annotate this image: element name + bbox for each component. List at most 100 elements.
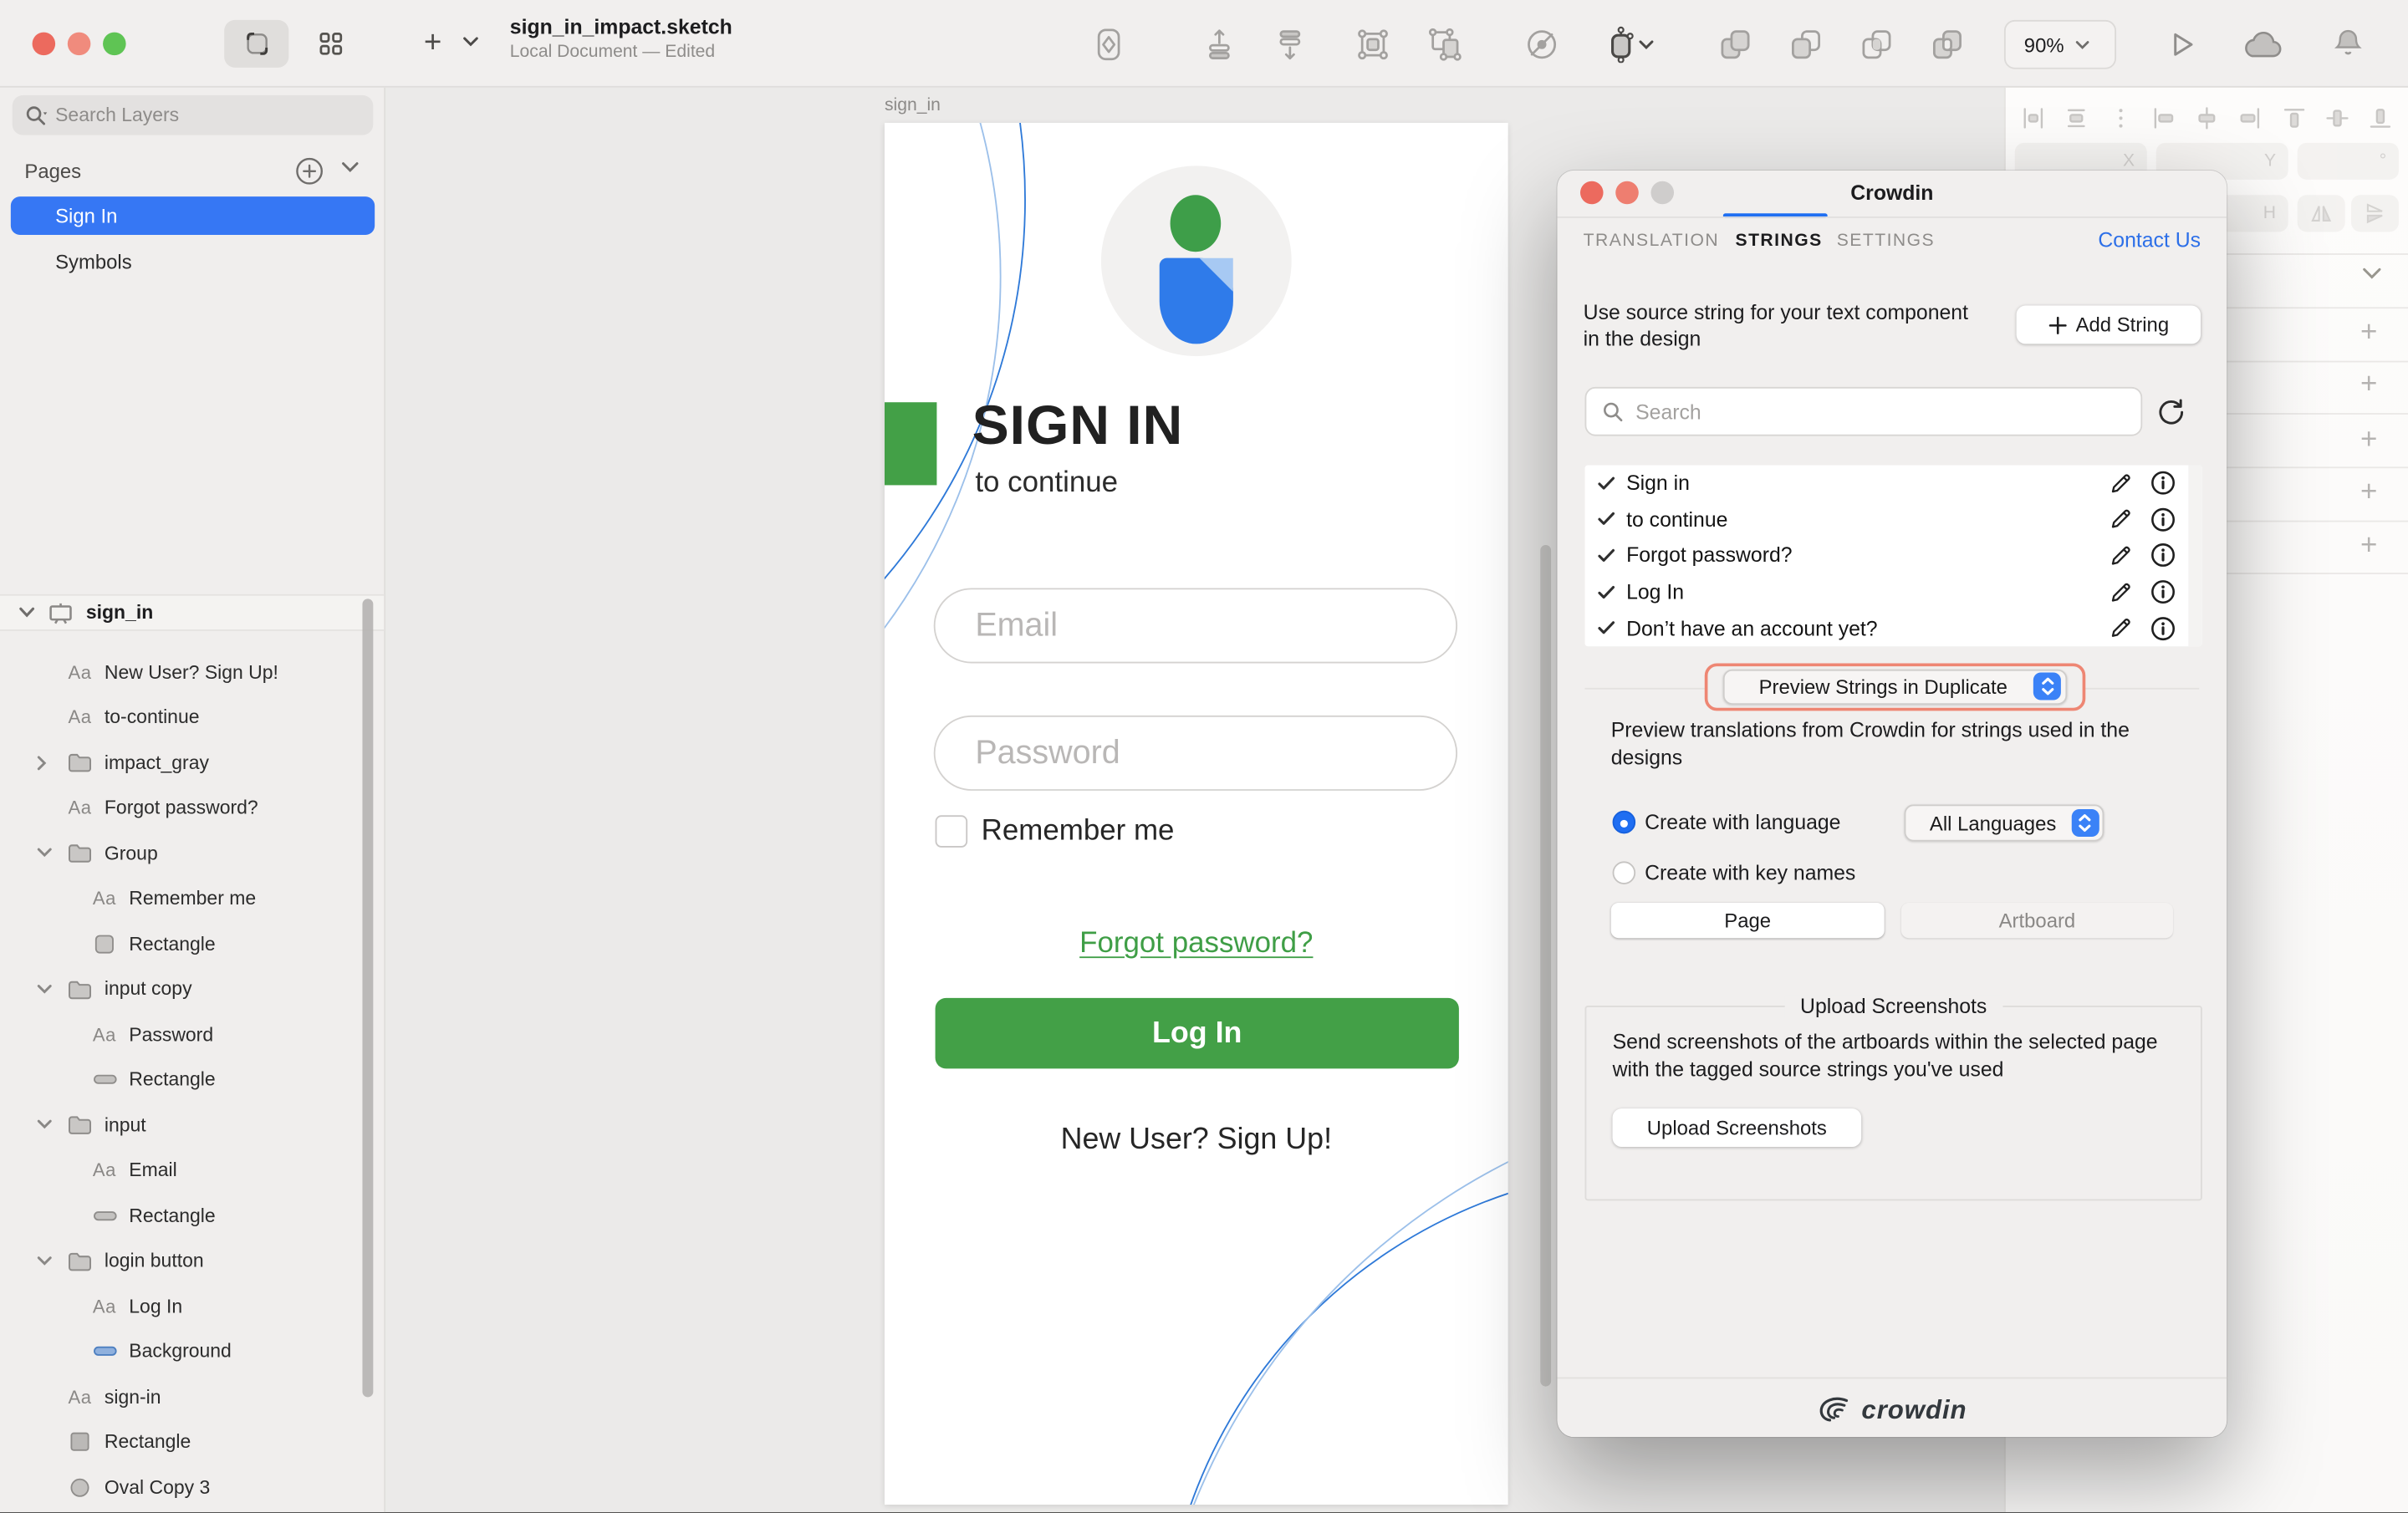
create-with-language-radio[interactable] bbox=[1613, 811, 1636, 834]
upload-screenshots-button[interactable]: Upload Screenshots bbox=[1613, 1108, 1862, 1147]
layer-row-login-button[interactable]: login button bbox=[0, 1238, 371, 1283]
align-middle-vertical-icon[interactable] bbox=[2324, 106, 2349, 130]
layer-row-forgot-password-[interactable]: AaForgot password? bbox=[0, 785, 371, 830]
boolean-intersect-icon[interactable] bbox=[1857, 24, 1897, 64]
edit-pencil-icon[interactable] bbox=[2109, 471, 2133, 497]
all-languages-dropdown[interactable]: All Languages bbox=[1905, 804, 2104, 841]
string-row[interactable]: Forgot password? bbox=[1585, 537, 2202, 573]
zoom-icon[interactable] bbox=[103, 33, 126, 56]
add-style-button[interactable]: + bbox=[2360, 316, 2377, 349]
sidebar-page-symbols[interactable]: Symbols bbox=[11, 242, 375, 281]
distribute-vertically-icon[interactable] bbox=[2064, 106, 2089, 130]
tab-strings[interactable]: STRINGS bbox=[1736, 232, 1823, 250]
layer-row-group[interactable]: Group bbox=[0, 831, 371, 876]
create-with-key-names-radio[interactable] bbox=[1613, 861, 1636, 884]
layer-row-remember-me[interactable]: AaRemember me bbox=[0, 876, 371, 921]
layer-row-oval-copy-3[interactable]: Oval Copy 3 bbox=[0, 1465, 371, 1510]
edit-pencil-icon[interactable] bbox=[2109, 507, 2133, 532]
chevron-right-icon[interactable] bbox=[37, 755, 48, 770]
align-right-icon[interactable] bbox=[2238, 106, 2263, 130]
add-style-button[interactable]: + bbox=[2360, 530, 2377, 563]
page-button[interactable]: Page bbox=[1611, 903, 1885, 938]
preview-strings-dropdown[interactable]: Preview Strings in Duplicate bbox=[1722, 669, 2066, 704]
zoom-level-dropdown[interactable]: 90% bbox=[2004, 20, 2116, 69]
layer-row-email[interactable]: AaEmail bbox=[0, 1148, 371, 1193]
layer-row-input[interactable]: input bbox=[0, 1103, 371, 1148]
toggle-canvas-view-button[interactable] bbox=[224, 20, 288, 68]
add-page-button[interactable] bbox=[295, 156, 324, 186]
string-row[interactable]: Don’t have an account yet? bbox=[1585, 610, 2202, 646]
string-row[interactable]: Sign in bbox=[1585, 466, 2202, 502]
collapse-pages-icon[interactable] bbox=[341, 161, 360, 174]
artboard-title-label[interactable]: sign_in bbox=[885, 97, 941, 115]
layer-row-rectangle[interactable]: Rectangle bbox=[0, 921, 371, 966]
chevron-down-icon[interactable] bbox=[37, 984, 52, 995]
search-layers-input[interactable]: Search Layers bbox=[13, 95, 374, 135]
strings-list-scrollbar[interactable] bbox=[2188, 466, 2202, 647]
info-icon[interactable] bbox=[2150, 507, 2176, 532]
artboard-button[interactable]: Artboard bbox=[1901, 903, 2173, 938]
layer-row-background[interactable]: Background bbox=[0, 1329, 371, 1374]
add-style-button[interactable]: + bbox=[2360, 424, 2377, 457]
refresh-strings-button[interactable] bbox=[2158, 398, 2186, 425]
email-field[interactable]: Email bbox=[934, 588, 1457, 663]
layer-row-log-in[interactable]: AaLog In bbox=[0, 1284, 371, 1329]
remember-me-checkbox[interactable] bbox=[936, 815, 968, 848]
minimize-icon[interactable] bbox=[68, 33, 91, 56]
section-collapse-chevron-icon[interactable] bbox=[2362, 267, 2382, 282]
string-row[interactable]: Log In bbox=[1585, 574, 2202, 610]
canvas-scrollbar[interactable] bbox=[1540, 545, 1551, 1387]
password-field[interactable]: Password bbox=[934, 716, 1457, 791]
info-icon[interactable] bbox=[2150, 615, 2176, 641]
contact-us-link[interactable]: Contact Us bbox=[2098, 229, 2201, 252]
artboard-layer-header[interactable]: sign_in bbox=[0, 594, 384, 631]
mask-icon[interactable] bbox=[1522, 24, 1562, 64]
insert-chevron-icon[interactable] bbox=[462, 35, 479, 48]
chevron-down-icon[interactable] bbox=[37, 848, 52, 858]
cloud-sync-button[interactable] bbox=[2242, 0, 2284, 88]
tab-settings[interactable]: SETTINGS bbox=[1837, 232, 1935, 250]
info-icon[interactable] bbox=[2150, 579, 2176, 605]
info-icon[interactable] bbox=[2150, 543, 2176, 568]
log-in-button[interactable]: Log In bbox=[936, 998, 1459, 1068]
symbol-icon[interactable] bbox=[1089, 24, 1129, 64]
more-options-icon[interactable] bbox=[2108, 106, 2132, 130]
add-style-button[interactable]: + bbox=[2360, 369, 2377, 402]
align-bottom-icon[interactable] bbox=[2368, 106, 2392, 130]
group-icon[interactable] bbox=[1353, 24, 1393, 64]
sidebar-page-sign-in[interactable]: Sign In bbox=[11, 196, 375, 235]
layer-row-rectangle[interactable]: Rectangle bbox=[0, 1419, 371, 1465]
layer-row-to-continue[interactable]: Aato-continue bbox=[0, 695, 371, 740]
align-top-icon[interactable] bbox=[2281, 106, 2305, 130]
edit-pencil-icon[interactable] bbox=[2109, 579, 2133, 605]
chevron-down-icon[interactable] bbox=[18, 607, 35, 619]
chevron-down-icon[interactable] bbox=[1637, 24, 1656, 64]
move-forward-icon[interactable] bbox=[1199, 24, 1239, 64]
layer-row-impact-gray[interactable]: impact_gray bbox=[0, 740, 371, 785]
move-backward-icon[interactable] bbox=[1270, 24, 1310, 64]
layer-row-rectangle[interactable]: Rectangle bbox=[0, 1193, 371, 1238]
dialog-search-input[interactable]: Search bbox=[1585, 387, 2143, 436]
align-left-icon[interactable] bbox=[2151, 106, 2176, 130]
insert-plus-button[interactable]: + bbox=[424, 26, 441, 61]
sign-up-link[interactable]: New User? Sign Up! bbox=[885, 1123, 1508, 1158]
chevron-down-icon[interactable] bbox=[37, 1119, 52, 1130]
forgot-password-link[interactable]: Forgot password? bbox=[885, 927, 1508, 960]
ungroup-icon[interactable] bbox=[1425, 24, 1465, 64]
chevron-down-icon[interactable] bbox=[37, 1256, 52, 1266]
edit-pencil-icon[interactable] bbox=[2109, 543, 2133, 568]
close-icon[interactable] bbox=[33, 33, 56, 56]
sign-in-artboard[interactable]: SIGN IN to continue Email Password Remem… bbox=[885, 123, 1508, 1505]
boolean-subtract-icon[interactable] bbox=[1786, 24, 1826, 64]
layer-row-sign-in[interactable]: Aasign-in bbox=[0, 1374, 371, 1419]
distribute-horizontally-icon[interactable] bbox=[2021, 106, 2045, 130]
preview-play-button[interactable] bbox=[2170, 0, 2196, 88]
info-icon[interactable] bbox=[2150, 471, 2176, 497]
layer-row-password[interactable]: AaPassword bbox=[0, 1011, 371, 1057]
string-row[interactable]: to continue bbox=[1585, 502, 2202, 537]
tab-translation[interactable]: TRANSLATION bbox=[1584, 232, 1719, 250]
add-string-button[interactable]: Add String bbox=[2017, 306, 2201, 344]
align-center-horizontal-icon[interactable] bbox=[2195, 106, 2219, 130]
boolean-difference-icon[interactable] bbox=[1927, 24, 1967, 64]
edit-pencil-icon[interactable] bbox=[2109, 615, 2133, 641]
